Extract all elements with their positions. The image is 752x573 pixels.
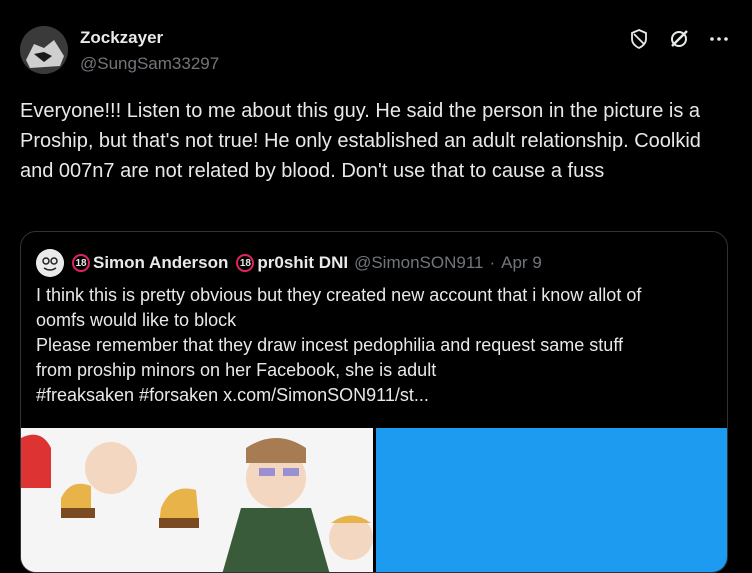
grok-icon[interactable] bbox=[668, 28, 690, 50]
quoted-text: I think this is pretty obvious but they … bbox=[36, 283, 712, 408]
quoted-line: I think this is pretty obvious but they … bbox=[36, 285, 642, 305]
quoted-date[interactable]: Apr 9 bbox=[501, 253, 542, 273]
quoted-media-image-1[interactable] bbox=[21, 428, 373, 572]
quoted-line: oomfs would like to block bbox=[36, 310, 237, 330]
quoted-line: from proship minors on her Facebook, she… bbox=[36, 360, 437, 380]
quoted-tweet[interactable]: 18 Simon Anderson 18 pr0shit DNI @SimonS… bbox=[20, 231, 728, 573]
tweet-text: Everyone!!! Listen to me about this guy.… bbox=[20, 100, 701, 182]
quoted-line: Please remember that they draw incest pe… bbox=[36, 335, 623, 355]
quoted-name-part2[interactable]: pr0shit DNI bbox=[257, 253, 348, 273]
author-name[interactable]: Zockzayer bbox=[80, 28, 163, 48]
quoted-header: 18 Simon Anderson 18 pr0shit DNI @SimonS… bbox=[36, 249, 542, 277]
quoted-name-part1[interactable]: Simon Anderson bbox=[93, 253, 228, 273]
quoted-avatar[interactable] bbox=[36, 249, 64, 277]
quoted-line[interactable]: #freaksaken #forsaken x.com/SimonSON911/… bbox=[36, 383, 712, 408]
separator: · bbox=[489, 253, 496, 272]
quoted-media-image-2[interactable] bbox=[376, 428, 727, 572]
author-avatar[interactable] bbox=[20, 26, 68, 74]
age-restricted-badge: 18 bbox=[72, 254, 90, 272]
age-restricted-badge: 18 bbox=[236, 254, 255, 272]
quoted-handle[interactable]: @SimonSON911 bbox=[354, 253, 483, 273]
more-icon[interactable] bbox=[708, 28, 730, 50]
shield-icon[interactable] bbox=[628, 28, 650, 50]
author-handle[interactable]: @SungSam33297 bbox=[80, 54, 219, 74]
